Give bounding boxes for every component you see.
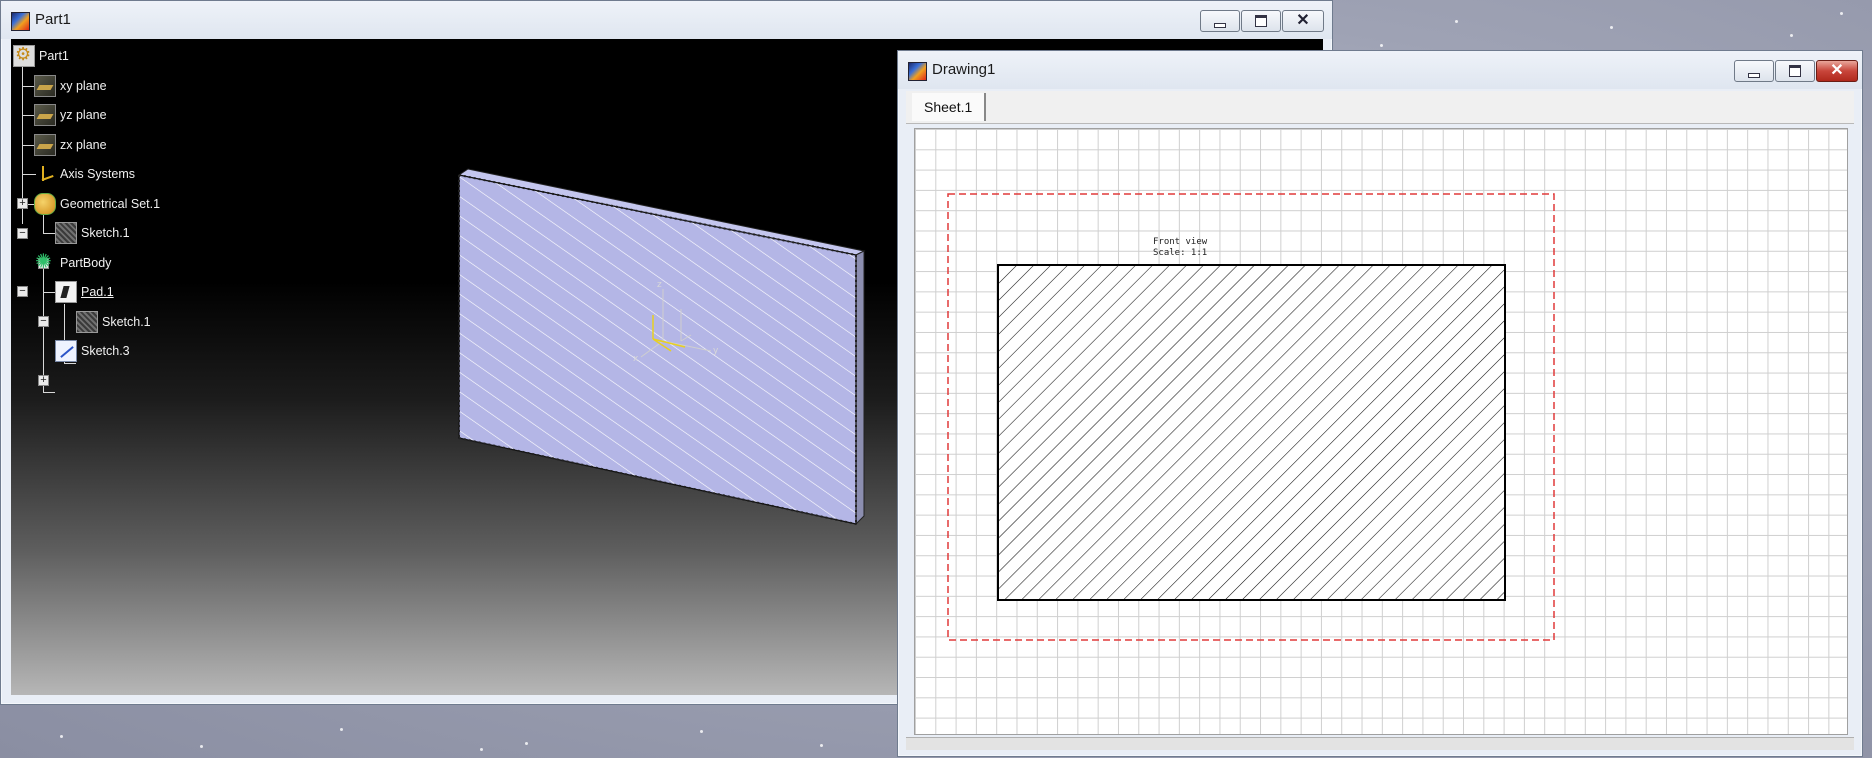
tree-item-label: Axis Systems [60,167,136,181]
minimize-button[interactable] [1200,10,1240,32]
drawing-canvas[interactable] [915,129,1847,734]
tree-item-xy-plane[interactable]: xy plane [34,74,107,98]
maximize-icon [1255,15,1267,27]
tree-item-label: Geometrical Set.1 [60,197,161,211]
axis-y-label: y [713,346,719,356]
view-scale-label: Scale: 1:1 [1153,248,1208,258]
tab-sheet1[interactable]: Sheet.1 [912,93,987,121]
tree-item-axis-systems[interactable]: Axis Systems [34,162,135,186]
minimize-button[interactable] [1734,60,1774,82]
minimize-icon [1214,22,1226,28]
expand-toggle[interactable]: + [17,198,28,209]
expand-toggle[interactable]: − [17,228,28,239]
expand-toggle[interactable]: + [38,375,49,386]
plane-icon [34,104,56,126]
drawing-sheet[interactable]: Front view Scale: 1:1 [914,128,1848,735]
drawing-window-title: Drawing1 [932,61,996,78]
tree-connector [64,363,76,364]
sheet-tab-bar: Sheet.1 [906,91,1854,124]
part-icon [13,44,35,67]
maximize-button[interactable] [1775,60,1815,82]
tree-item-pad1[interactable]: Pad.1 [55,280,114,304]
tree-item-zx-plane[interactable]: zx plane [34,133,107,157]
pad-solid[interactable] [457,168,866,526]
axis-z-label: z [657,280,662,290]
tree-item-yz-plane[interactable]: yz plane [34,103,107,127]
tree-item-label: zx plane [60,138,107,152]
sketch-icon [76,311,98,333]
tree-item-label: Sketch.3 [81,344,130,358]
tree-item-part1[interactable]: Part1 [13,44,69,68]
plane-icon [34,134,56,156]
drawing-scrollbar[interactable] [906,737,1854,750]
tree-item-label: yz plane [60,108,107,122]
geometrical-set-icon [34,193,56,215]
minimize-icon [1748,72,1760,78]
tree-item-sketch1[interactable]: Sketch.1 [55,221,130,245]
close-icon: ✕ [1830,62,1844,79]
drawing-window-titlebar[interactable]: Drawing1 ✕ [898,51,1862,89]
plane-icon [34,75,56,97]
tree-connector [43,292,55,293]
axis-system-icon [34,163,56,185]
tree-connector [43,392,55,393]
maximize-icon [1789,65,1801,77]
tree-item-geometrical-set[interactable]: Geometrical Set.1 [34,192,160,216]
specification-tree[interactable]: + − + − − + + Part1 xy plane yz plane z [11,39,331,393]
tree-connector [43,233,55,234]
close-button[interactable]: ✕ [1816,60,1858,82]
close-icon: ✕ [1296,12,1310,29]
tree-item-sketch3[interactable]: Sketch.3 [55,339,130,363]
pad-icon [55,281,77,303]
tree-item-label: Pad.1 [81,285,114,299]
tree-connector [43,264,44,392]
sketch-icon [55,222,77,244]
drawing-window[interactable]: Drawing1 ✕ Sheet.1 Front view Scale: 1:1 [897,50,1863,757]
expand-toggle[interactable]: − [38,316,49,327]
expand-toggle[interactable]: − [17,286,28,297]
tree-item-label: xy plane [60,79,107,93]
close-button[interactable]: ✕ [1282,10,1324,32]
view-name-label: Front view [1153,237,1208,247]
part-body-icon [34,249,56,274]
tree-item-label: Sketch.1 [81,226,130,240]
part-window-title: Part1 [35,11,71,28]
part-window-titlebar[interactable]: Part1 ✕ [1,1,1332,39]
tree-item-label: Sketch.1 [102,315,151,329]
maximize-button[interactable] [1241,10,1281,32]
tree-item-partbody[interactable]: PartBody [34,249,112,275]
tree-item-pad-sketch1[interactable]: Sketch.1 [76,310,151,334]
tree-item-label: Part1 [39,49,69,63]
catia-app-icon[interactable] [908,62,927,81]
tree-connector [43,214,44,234]
axis-x-label: x [633,354,639,364]
tree-item-label: PartBody [60,256,112,270]
view-caption[interactable]: Front view Scale: 1:1 [1153,237,1207,259]
sketch-icon [55,340,77,362]
front-view-section[interactable] [997,264,1506,601]
catia-app-icon[interactable] [11,12,30,31]
